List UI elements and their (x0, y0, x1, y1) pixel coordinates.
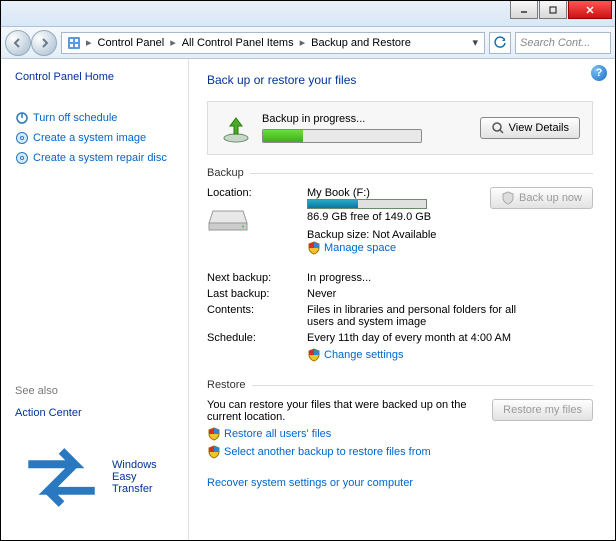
last-backup-value: Never (307, 288, 593, 300)
back-up-now-button[interactable]: Back up now (490, 187, 593, 209)
chevron-right-icon: ▸ (84, 36, 94, 49)
sidebar-create-repair-disc[interactable]: Create a system repair disc (15, 151, 178, 165)
schedule-label: Schedule: (207, 332, 307, 344)
backup-size: Backup size: Not Available (307, 229, 490, 241)
restore-section-header: Restore (207, 379, 593, 391)
hard-drive-icon (207, 201, 249, 233)
select-another-backup-link[interactable]: Select another backup to restore files f… (207, 445, 431, 459)
next-backup-label: Next backup: (207, 272, 307, 284)
backup-progress-box: Backup in progress... View Details (207, 101, 593, 155)
crumb-backup-restore[interactable]: Backup and Restore (307, 37, 415, 49)
see-also-action-center[interactable]: Action Center (15, 407, 178, 419)
shield-icon (307, 241, 321, 255)
location-label: Location: (207, 187, 307, 199)
backup-icon (220, 112, 252, 144)
contents-label: Contents: (207, 304, 307, 328)
change-settings-link[interactable]: Change settings (307, 348, 404, 362)
chevron-right-icon: ▸ (168, 36, 178, 49)
disc-icon (15, 151, 29, 165)
backup-section-header: Backup (207, 167, 593, 179)
see-also-easy-transfer[interactable]: Windows Easy Transfer (15, 431, 178, 524)
close-button[interactable] (568, 1, 612, 19)
main-content: ? Back up or restore your files Backup i… (189, 59, 615, 540)
help-button[interactable]: ? (591, 65, 607, 81)
maximize-button[interactable] (539, 1, 567, 19)
sidebar-home[interactable]: Control Panel Home (15, 71, 178, 83)
progress-label: Backup in progress... (262, 113, 470, 125)
window-titlebar (1, 1, 615, 27)
page-title: Back up or restore your files (207, 73, 593, 87)
shield-icon (207, 445, 221, 459)
see-also-label: See also (15, 385, 178, 397)
shield-icon (307, 348, 321, 362)
restore-description: You can restore your files that were bac… (207, 399, 482, 423)
search-input[interactable]: Search Cont... (515, 32, 611, 54)
free-space: 86.9 GB free of 149.0 GB (307, 211, 490, 223)
progress-bar (262, 129, 422, 143)
search-placeholder: Search Cont... (520, 37, 590, 49)
contents-value: Files in libraries and personal folders … (307, 304, 517, 328)
minimize-button[interactable] (510, 1, 538, 19)
view-details-button[interactable]: View Details (480, 117, 580, 139)
breadcrumb[interactable]: ▸ Control Panel ▸ All Control Panel Item… (61, 32, 485, 54)
transfer-icon (15, 431, 108, 524)
disk-space-bar (307, 199, 427, 209)
shield-icon (501, 191, 515, 205)
crumb-all-items[interactable]: All Control Panel Items (178, 37, 298, 49)
next-backup-value: In progress... (307, 272, 593, 284)
shield-icon (207, 427, 221, 441)
restore-all-users-link[interactable]: Restore all users' files (207, 427, 331, 441)
recover-system-link[interactable]: Recover system settings or your computer (207, 477, 413, 489)
schedule-value: Every 11th day of every month at 4:00 AM (307, 332, 517, 344)
control-panel-icon (66, 35, 82, 51)
restore-my-files-button[interactable]: Restore my files (492, 399, 593, 421)
nav-bar: ▸ Control Panel ▸ All Control Panel Item… (1, 27, 615, 59)
disc-icon (15, 131, 29, 145)
sidebar-turn-off-schedule[interactable]: Turn off schedule (15, 111, 178, 125)
refresh-button[interactable] (489, 32, 511, 54)
sidebar-create-system-image[interactable]: Create a system image (15, 131, 178, 145)
power-icon (15, 111, 29, 125)
magnifier-icon (491, 121, 505, 135)
back-button[interactable] (5, 30, 31, 56)
forward-button[interactable] (31, 30, 57, 56)
chevron-down-icon[interactable]: ▾ (468, 36, 482, 49)
chevron-right-icon: ▸ (298, 36, 308, 49)
crumb-control-panel[interactable]: Control Panel (94, 37, 169, 49)
manage-space-link[interactable]: Manage space (307, 241, 396, 255)
sidebar: Control Panel Home Turn off schedule Cre… (1, 59, 189, 540)
last-backup-label: Last backup: (207, 288, 307, 300)
location-value: My Book (F:) (307, 187, 490, 199)
